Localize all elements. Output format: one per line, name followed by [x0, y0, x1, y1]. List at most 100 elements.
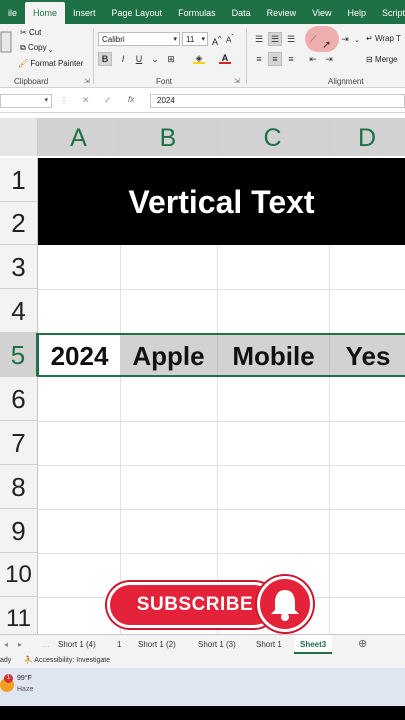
- cell-b5[interactable]: Apple: [120, 335, 217, 375]
- paintbrush-icon: 🖌: [18, 59, 29, 68]
- cell-a5[interactable]: 2024: [39, 335, 120, 375]
- status-bar: ady ⛹ Accessibility: Investigate: [0, 654, 405, 668]
- column-header-a[interactable]: A: [38, 118, 120, 156]
- grow-font-icon[interactable]: A^: [212, 34, 222, 47]
- row-header-3[interactable]: 3: [0, 245, 38, 289]
- borders-icon[interactable]: ⊞: [164, 52, 178, 66]
- paste-icon[interactable]: [0, 28, 12, 56]
- column-header-c[interactable]: C: [217, 118, 329, 156]
- sheet-tab-short-1-4[interactable]: Short 1 (4): [58, 635, 96, 654]
- tab-view[interactable]: View: [304, 0, 339, 24]
- select-all-corner[interactable]: [0, 118, 38, 156]
- tab-data[interactable]: Data: [224, 0, 259, 24]
- subscribe-button[interactable]: SUBSCRIBE: [107, 582, 277, 628]
- row-header-8[interactable]: 8: [0, 465, 38, 509]
- fill-color-icon[interactable]: ◈: [192, 52, 206, 66]
- wrap-text-label: Wrap T: [374, 34, 401, 43]
- scroll-left-icon[interactable]: ◂: [4, 635, 8, 654]
- sheet-tab-1[interactable]: 1: [117, 635, 121, 654]
- cut-label: Cut: [28, 28, 42, 37]
- sheet-tab-short-1-2[interactable]: Short 1 (2): [138, 635, 176, 654]
- scroll-right-icon[interactable]: ▸: [18, 635, 22, 654]
- underline-dropdown-icon[interactable]: ⌄: [148, 52, 162, 66]
- taskbar: 1 99°F Haze: [0, 668, 405, 706]
- wrap-text-button[interactable]: ↵ Wrap T: [366, 34, 401, 43]
- row-header-9[interactable]: 9: [0, 509, 38, 553]
- tab-script-lab[interactable]: Script Lab: [374, 0, 405, 24]
- tab-formulas[interactable]: Formulas: [170, 0, 224, 24]
- font-group-label: Font: [156, 77, 173, 86]
- column-header-b[interactable]: B: [120, 118, 217, 156]
- cancel-icon[interactable]: ✕: [82, 95, 90, 106]
- name-box[interactable]: ▾: [0, 94, 52, 108]
- font-size-dropdown[interactable]: 11 ▾: [182, 32, 208, 46]
- selected-row-5[interactable]: 2024 Apple Mobile Yes: [38, 333, 405, 377]
- copy-button[interactable]: ⧉ Copy ⌄: [20, 43, 53, 53]
- tab-insert[interactable]: Insert: [65, 0, 104, 24]
- cell-grid[interactable]: Vertical Text 2024 Apple Mobile Yes: [38, 158, 405, 634]
- shrink-font-icon[interactable]: Aˇ: [226, 34, 234, 45]
- tab-help[interactable]: Help: [340, 0, 375, 24]
- row-header-6[interactable]: 6: [0, 377, 38, 421]
- column-header-d[interactable]: D: [329, 118, 405, 156]
- align-bottom-icon[interactable]: ☰: [284, 32, 298, 46]
- tab-review[interactable]: Review: [259, 0, 305, 24]
- gridline: [38, 553, 405, 554]
- italic-button[interactable]: I: [116, 52, 130, 66]
- row-header-5[interactable]: 5: [0, 333, 38, 377]
- sheet-tab-short-1[interactable]: Short 1: [256, 635, 282, 654]
- enter-icon[interactable]: ✓: [104, 95, 112, 106]
- sheet-tab-sheet3[interactable]: Sheet3: [294, 635, 333, 654]
- add-sheet-icon[interactable]: ⊕: [358, 635, 367, 654]
- text-direction-icon[interactable]: ⇥: [338, 32, 352, 46]
- ribbon-separator: [93, 28, 94, 84]
- accessibility-icon: ⛹: [24, 657, 33, 664]
- clipboard-launcher-icon[interactable]: ⇲: [84, 77, 90, 85]
- format-painter-label: Format Painter: [30, 59, 84, 68]
- font-color-icon[interactable]: A: [218, 52, 232, 66]
- row-header-4[interactable]: 4: [0, 289, 38, 333]
- formula-input[interactable]: 2024: [150, 94, 405, 108]
- subscribe-label: SUBSCRIBE: [136, 594, 254, 615]
- subscribe-overlay[interactable]: SUBSCRIBE: [107, 576, 313, 632]
- row-header-11[interactable]: 11: [0, 597, 38, 634]
- merged-title-cell[interactable]: Vertical Text: [38, 158, 405, 245]
- clipboard-group: ✂ Cut ⧉ Copy ⌄ 🖌 Format Painter Clipboar…: [0, 24, 92, 88]
- notification-bell[interactable]: [257, 576, 313, 632]
- underline-button[interactable]: U: [132, 52, 146, 66]
- tab-home[interactable]: Home: [25, 2, 66, 24]
- merge-center-button[interactable]: ⊟ Merge: [366, 55, 398, 64]
- clipboard-group-label: Clipboard: [14, 77, 49, 86]
- row-header-10[interactable]: 10: [0, 553, 38, 597]
- decrease-indent-icon[interactable]: ⇤: [306, 52, 320, 66]
- weather-badge: 1: [4, 674, 13, 683]
- tab-page-layout[interactable]: Page Layout: [104, 0, 171, 24]
- align-left-icon[interactable]: ≡: [252, 52, 266, 66]
- ribbon-tab-bar: ile Home Insert Page Layout Formulas Dat…: [0, 0, 405, 24]
- align-middle-icon[interactable]: ☰: [268, 32, 282, 46]
- insert-function-icon[interactable]: fx: [128, 95, 134, 104]
- row-header-1[interactable]: 1: [0, 158, 38, 202]
- align-top-icon[interactable]: ☰: [252, 32, 266, 46]
- align-right-icon[interactable]: ≡: [284, 52, 298, 66]
- font-name-value: Calibri: [102, 35, 125, 44]
- accessibility-status[interactable]: ⛹ Accessibility: Investigate: [24, 654, 110, 668]
- cell-d5[interactable]: Yes: [329, 335, 405, 375]
- ready-status: ady: [0, 657, 12, 664]
- cut-button[interactable]: ✂ Cut: [20, 28, 41, 37]
- align-center-icon[interactable]: ≡: [268, 52, 282, 66]
- format-painter-button[interactable]: 🖌 Format Painter: [18, 59, 83, 68]
- row-header-2[interactable]: 2: [0, 202, 38, 245]
- gridline: [38, 289, 405, 290]
- tab-file[interactable]: ile: [0, 0, 25, 24]
- cell-c5[interactable]: Mobile: [217, 335, 329, 375]
- row-header-bar: 1 2 3 4 5 6 7 8 9 10 11: [0, 158, 38, 634]
- font-launcher-icon[interactable]: ⇲: [234, 77, 240, 85]
- font-name-dropdown[interactable]: Calibri ▾: [98, 32, 180, 46]
- bold-button[interactable]: B: [98, 52, 112, 66]
- increase-indent-icon[interactable]: ⇥: [322, 52, 336, 66]
- sheet-tab-short-1-3[interactable]: Short 1 (3): [198, 635, 236, 654]
- row-header-7[interactable]: 7: [0, 421, 38, 465]
- font-size-value: 11: [186, 35, 195, 44]
- column-header-bar: A B C D: [0, 118, 405, 156]
